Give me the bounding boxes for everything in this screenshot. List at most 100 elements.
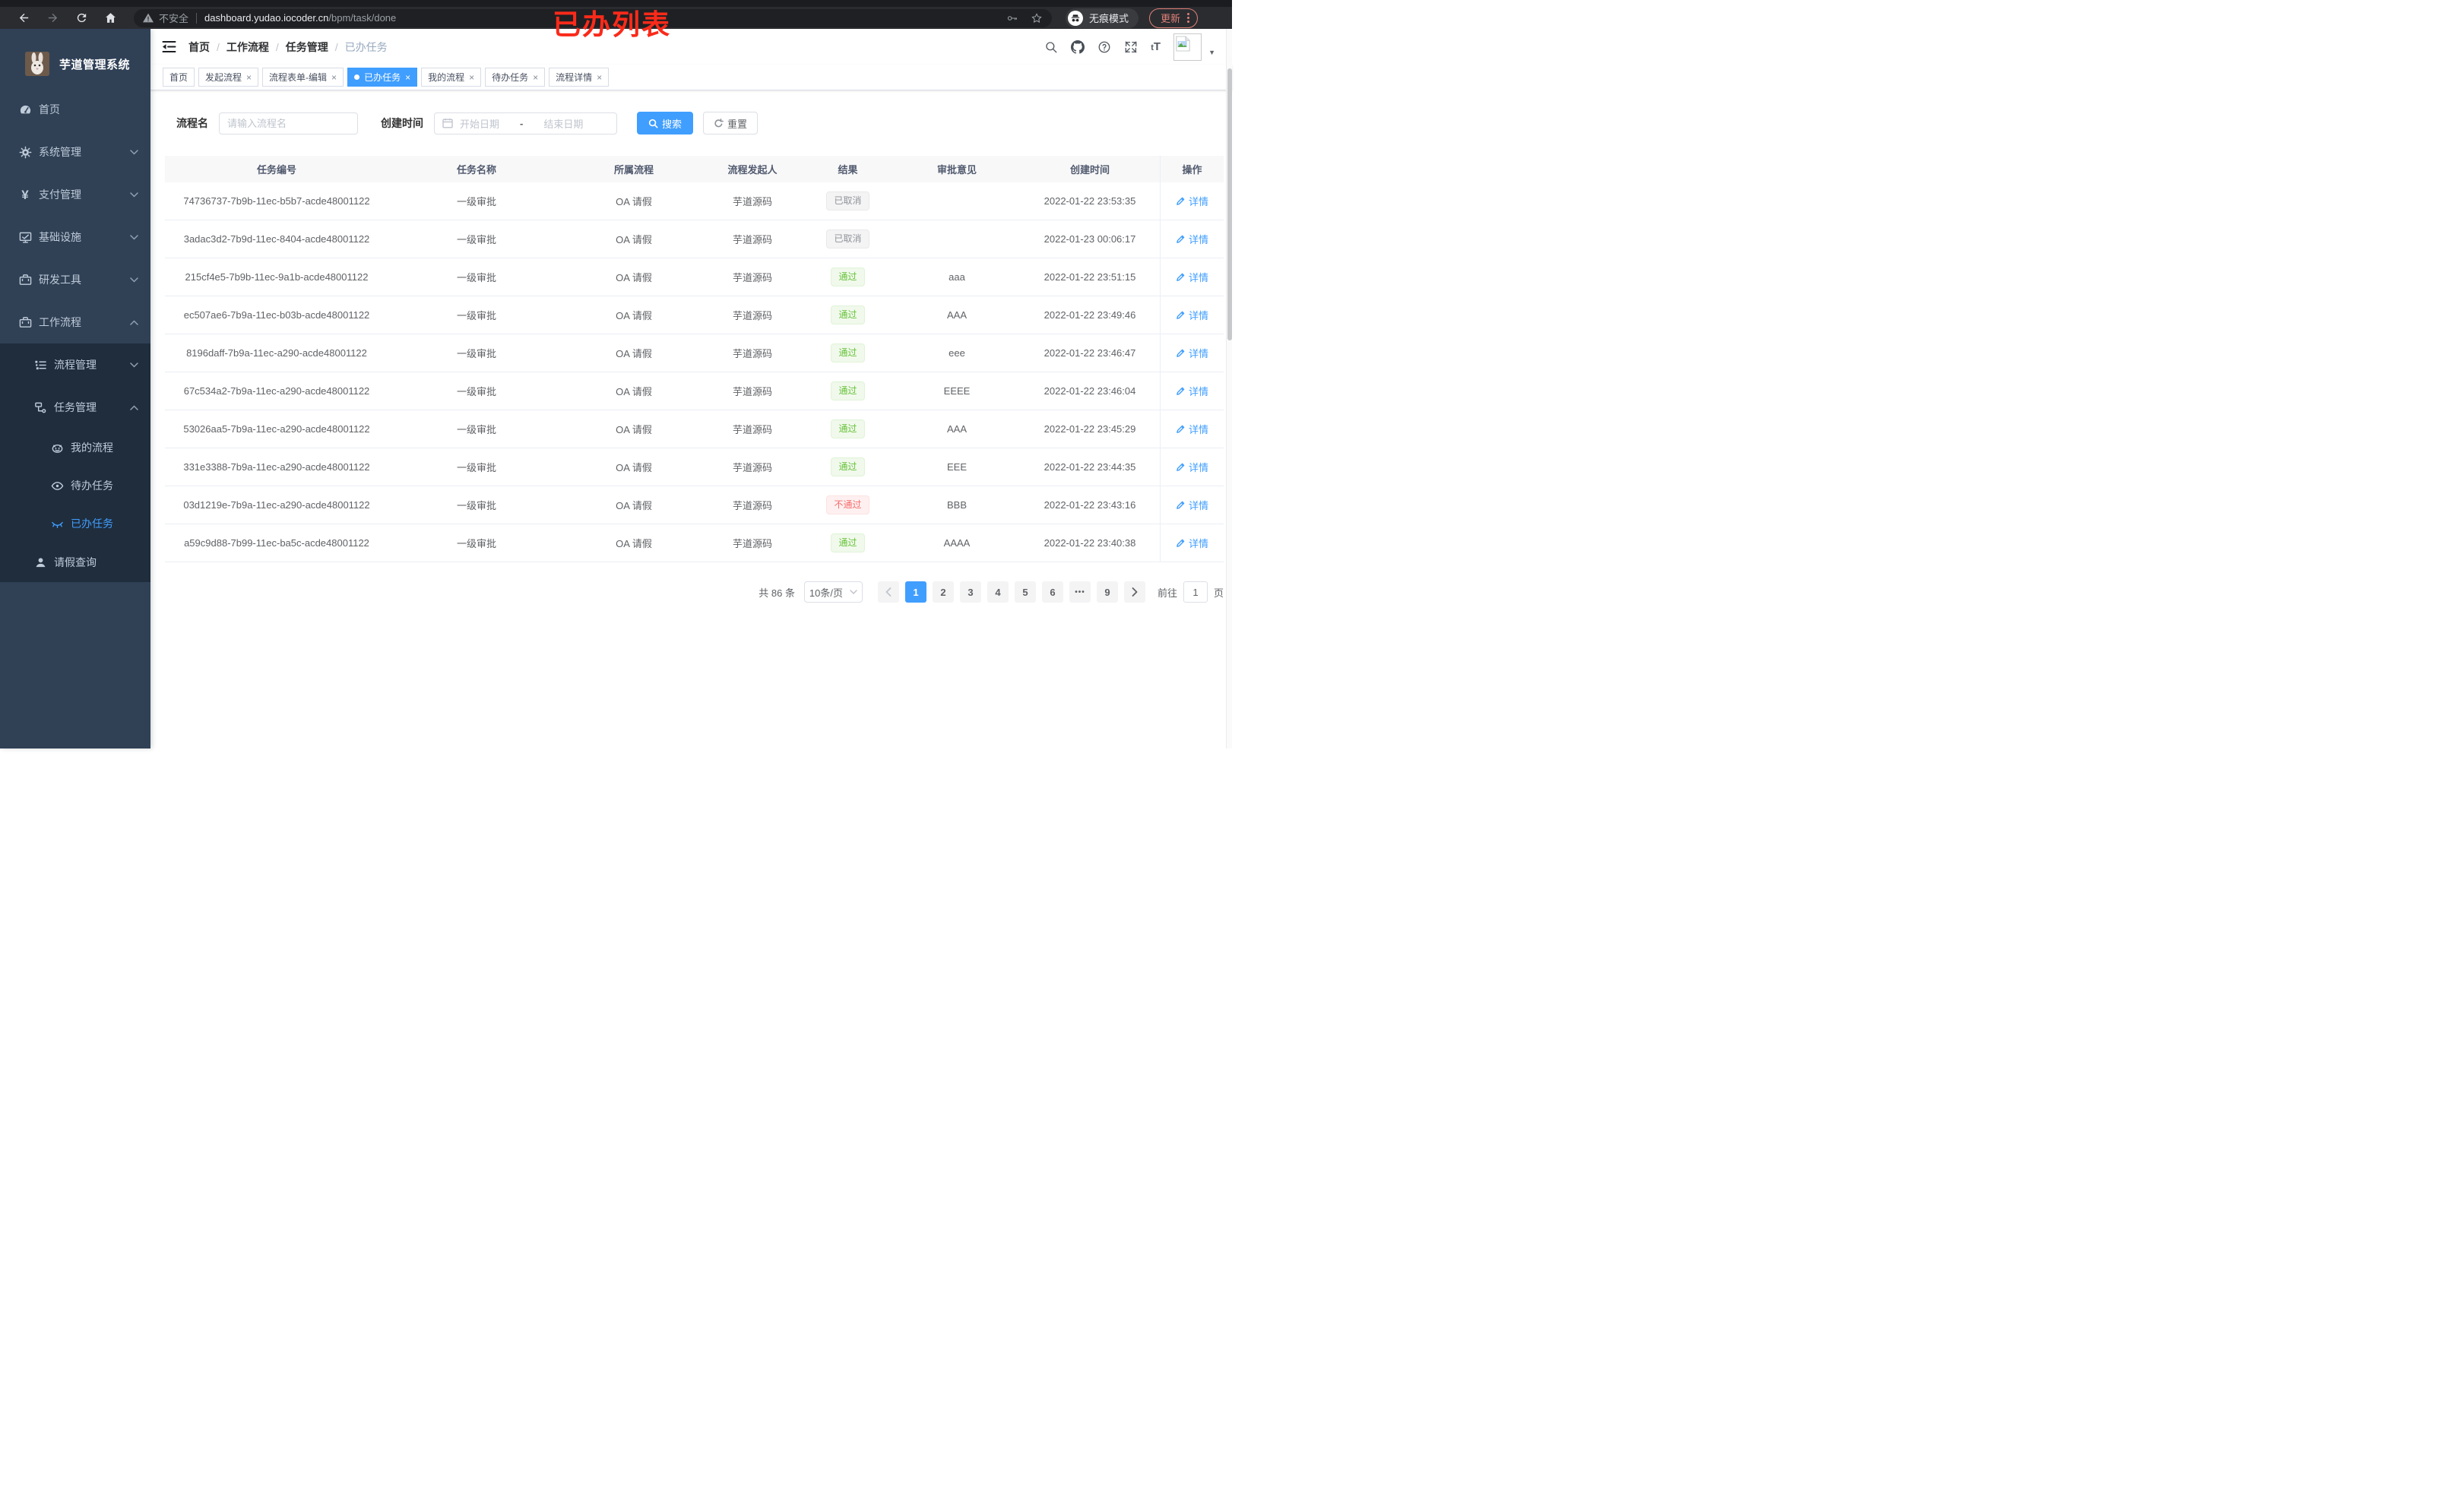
detail-link[interactable]: 详情 (1176, 422, 1208, 436)
created-time: 2022-01-23 00:06:17 (1044, 233, 1136, 245)
browser-reload-button[interactable] (67, 8, 96, 28)
status-badge: 通过 (831, 457, 865, 476)
close-icon[interactable]: × (246, 73, 252, 82)
browser-menu-icon[interactable] (1187, 13, 1190, 23)
breadcrumb-home[interactable]: 首页 (188, 40, 210, 55)
page-button-6[interactable]: 6 (1041, 581, 1063, 603)
bookmark-star-icon[interactable] (1031, 12, 1043, 24)
detail-link[interactable]: 详情 (1176, 498, 1208, 512)
goto-page-input[interactable] (1183, 581, 1208, 603)
avatar-caret-icon[interactable]: ▼ (1208, 49, 1215, 56)
process-name: OA 请假 (616, 310, 652, 321)
edit-pen-icon (1177, 197, 1185, 205)
approval-comment (894, 182, 1020, 220)
gear-icon (18, 145, 32, 159)
workflow-submenu: 流程管理 任务管理 我的流程 待办任务 已办任务 请假查询 (0, 343, 150, 582)
page-button-3[interactable]: 3 (959, 581, 981, 603)
table-row: 3adac3d2-7b9d-11ec-8404-acde48001122 一级审… (165, 220, 1224, 258)
url-path[interactable]: /bpm/task/done (328, 12, 396, 24)
date-start-placeholder[interactable]: 开始日期 (460, 116, 499, 131)
search-button[interactable]: 搜索 (637, 112, 693, 135)
next-page-button[interactable] (1123, 581, 1145, 603)
page-button-5[interactable]: 5 (1014, 581, 1036, 603)
page-button-9[interactable]: 9 (1096, 581, 1118, 603)
detail-link[interactable]: 详情 (1176, 270, 1208, 284)
help-icon[interactable] (1097, 40, 1111, 54)
process-name-input[interactable] (219, 112, 358, 135)
page-scrollbar[interactable] (1226, 29, 1232, 748)
breadcrumb-separator: / (217, 40, 220, 53)
avatar[interactable] (1173, 33, 1202, 61)
detail-link[interactable]: 详情 (1176, 384, 1208, 398)
font-size-icon[interactable]: tT (1151, 40, 1161, 53)
date-end-placeholder[interactable]: 结束日期 (543, 116, 583, 131)
detail-link[interactable]: 详情 (1176, 308, 1208, 322)
status-badge: 通过 (831, 533, 865, 552)
tab-home[interactable]: 首页 (163, 68, 195, 87)
close-icon[interactable]: × (469, 73, 474, 82)
sidebar-item-label: 系统管理 (39, 146, 81, 158)
breadcrumb-workflow[interactable]: 工作流程 (226, 40, 269, 55)
tab-start-process[interactable]: 发起流程 × (198, 68, 259, 87)
page-button-2[interactable]: 2 (932, 581, 954, 603)
sidebar-item-done-tasks[interactable]: 已办任务 (0, 505, 150, 543)
search-icon (648, 119, 658, 128)
tab-my-process[interactable]: 我的流程 × (421, 68, 482, 87)
sidebar-item-my-process[interactable]: 我的流程 (0, 429, 150, 467)
tab-form-edit[interactable]: 流程表单-编辑 × (262, 68, 344, 87)
breadcrumb-task-management[interactable]: 任务管理 (286, 40, 328, 55)
header-search-button[interactable] (1044, 40, 1058, 54)
chevron-right-icon (1132, 587, 1138, 597)
detail-link[interactable]: 详情 (1176, 232, 1208, 246)
task-name: 一级审批 (456, 538, 496, 549)
browser-update-button[interactable]: 更新 (1149, 8, 1199, 28)
browser-home-button[interactable] (96, 8, 125, 28)
security-label[interactable]: 不安全 (159, 11, 188, 25)
sidebar-item-infrastructure[interactable]: 基础设施 (0, 216, 150, 258)
sidebar-item-system[interactable]: 系统管理 (0, 131, 150, 173)
sidebar-item-dev-tools[interactable]: 研发工具 (0, 258, 150, 301)
detail-link[interactable]: 详情 (1176, 460, 1208, 474)
sidebar-item-payment[interactable]: ¥ 支付管理 (0, 173, 150, 216)
close-icon[interactable]: × (405, 73, 410, 82)
detail-link[interactable]: 详情 (1176, 536, 1208, 550)
dashboard-icon (18, 103, 32, 116)
date-range-picker[interactable]: 开始日期 - 结束日期 (434, 112, 617, 135)
browser-back-button[interactable] (9, 8, 38, 28)
tab-process-detail[interactable]: 流程详情 × (549, 68, 610, 87)
scrollbar-thumb[interactable] (1227, 68, 1232, 340)
sidebar-item-home[interactable]: 首页 (0, 88, 150, 131)
page-button-4[interactable]: 4 (987, 581, 1009, 603)
close-icon[interactable]: × (331, 73, 337, 82)
forward-icon (48, 13, 57, 23)
sidebar-item-label: 工作流程 (39, 316, 81, 328)
sidebar-item-workflow[interactable]: 工作流程 (0, 301, 150, 343)
tab-todo-tasks[interactable]: 待办任务 × (485, 68, 546, 87)
prev-page-button[interactable] (877, 581, 899, 603)
reset-button[interactable]: 重置 (703, 112, 758, 135)
close-icon[interactable]: × (533, 73, 538, 82)
column-header-comment: 审批意见 (936, 164, 977, 176)
password-key-icon[interactable] (1006, 12, 1018, 24)
not-secure-warning-icon[interactable] (143, 13, 154, 23)
sidebar-item-process-management[interactable]: 流程管理 (0, 343, 150, 386)
browser-forward-button[interactable] (38, 8, 67, 28)
sidebar-item-todo-tasks[interactable]: 待办任务 (0, 467, 150, 505)
sidebar-item-leave-query[interactable]: 请假查询 (0, 543, 150, 582)
update-label[interactable]: 更新 (1161, 11, 1180, 25)
sidebar-collapse-button[interactable] (162, 40, 176, 53)
page-button-1[interactable]: 1 (904, 581, 926, 603)
initiator: 芋道源码 (732, 310, 772, 321)
detail-link[interactable]: 详情 (1176, 346, 1208, 360)
page-size-select[interactable]: 10条/页 (803, 581, 863, 603)
more-pages-button[interactable]: ••• (1069, 581, 1091, 603)
github-icon[interactable] (1071, 40, 1085, 54)
url-host[interactable]: dashboard.yudao.iocoder.cn (204, 12, 328, 24)
tab-done-tasks[interactable]: 已办任务 × (347, 68, 418, 87)
column-header-created: 创建时间 (1069, 164, 1110, 176)
close-icon[interactable]: × (597, 73, 602, 82)
fullscreen-icon[interactable] (1124, 40, 1138, 54)
approval-comment: eee (949, 347, 965, 359)
detail-link[interactable]: 详情 (1176, 194, 1208, 208)
sidebar-item-task-management[interactable]: 任务管理 (0, 386, 150, 429)
